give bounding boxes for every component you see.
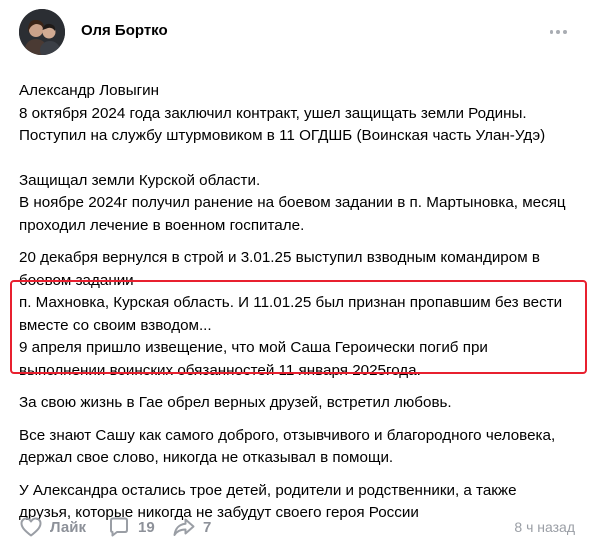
text-line: боевом задании	[19, 271, 134, 289]
post-text: Александр Ловыгин 8 октября 2024 года за…	[19, 80, 584, 525]
text-line: Александр Ловыгин	[19, 82, 160, 99]
text-line: проходил лечение в военном госпитале.	[19, 216, 305, 234]
post-time[interactable]: 8 ч назад	[514, 519, 575, 535]
text-line: 8 октября 2024 года заключил контракт, у…	[19, 104, 527, 122]
text-line: В ноябре 2024г получил ранение на боевом…	[19, 194, 566, 211]
text-line: 20 декабря вернулся в строй и 3.01.25 вы…	[19, 249, 540, 266]
text-line: Защищал земли Курской области.	[19, 171, 261, 189]
text-line: Все знают Сашу как самого доброго, отзыв…	[19, 426, 556, 444]
text-line: выполнении воинских обязанностей 11 янва…	[19, 361, 421, 379]
like-button[interactable]: Лайк	[19, 510, 86, 544]
text-line: Поступил на службу штурмовиком в 11 ОГДШ…	[19, 127, 546, 144]
text-line: За свою жизнь в Гае обрел верных друзей,…	[19, 394, 452, 411]
post-header: Оля Бортко	[0, 0, 595, 62]
text-line: 9 апреля пришло извещение, что мой Саша …	[19, 339, 488, 356]
text-line: держал свое слово, никогда не отказывал …	[19, 449, 394, 466]
heart-icon	[19, 515, 43, 539]
post-footer: Лайк 19 7 8 ч назад	[0, 510, 595, 544]
author-name[interactable]: Оля Бортко	[81, 22, 168, 39]
share-button[interactable]: 7	[172, 510, 211, 544]
text-line: п. Махновка, Курская область. И 11.01.25…	[19, 294, 563, 311]
like-label: Лайк	[50, 518, 86, 536]
text-line: вместе со своим взводом...	[19, 316, 212, 334]
more-icon[interactable]	[548, 22, 568, 42]
shares-count: 7	[203, 518, 212, 536]
comment-button[interactable]: 19	[107, 510, 155, 544]
text-line: У Александра остались трое детей, родите…	[19, 481, 517, 499]
share-icon	[172, 515, 196, 539]
comment-icon	[107, 515, 131, 539]
comments-count: 19	[138, 518, 155, 536]
avatar[interactable]	[19, 9, 65, 55]
